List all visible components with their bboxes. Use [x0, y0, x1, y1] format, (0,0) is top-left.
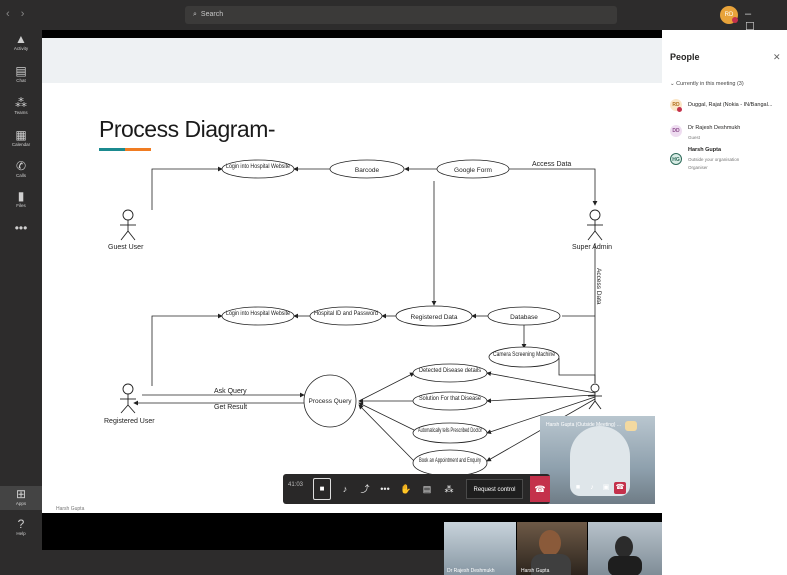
edge-label: Ask Query [214, 388, 247, 395]
actor-registered-user [120, 383, 136, 414]
rail-item-chat[interactable]: ▤ Chat [0, 65, 42, 83]
more-icon: ••• [380, 484, 390, 494]
oval-label: Google Form [454, 167, 492, 174]
oval-label: Database [510, 314, 538, 321]
participant-role: Outside your organisation [688, 157, 740, 162]
people-icon: ⁂ [444, 484, 454, 494]
camera-icon[interactable]: ■ [572, 482, 584, 494]
status-badge [677, 107, 682, 112]
mic-icon: ♪ [342, 484, 348, 494]
people-title: People [670, 52, 700, 62]
hangup-icon: ☎ [534, 484, 546, 494]
actor-label: Registered User [104, 418, 155, 425]
participant-name[interactable]: Dr Rajesh Deshmukh [688, 125, 740, 131]
edge-label: Get Result [214, 404, 247, 411]
participant-role: Organiser [688, 165, 708, 170]
oval-label: Solution For that Disease [419, 395, 481, 402]
hangup-button[interactable]: ☎ [530, 476, 550, 502]
actor-admin-right [588, 383, 602, 410]
close-icon[interactable]: ✕ [773, 52, 781, 63]
oval-label: Book an Appointment and Enquiry [419, 457, 481, 464]
rail-item-more[interactable]: ••• [0, 222, 42, 234]
calls-icon: ✆ [15, 159, 27, 173]
rail-item-calendar[interactable]: ▦ Calendar [0, 129, 42, 147]
participants-button[interactable]: ⁂ [440, 480, 458, 498]
avatar: HG [670, 153, 682, 165]
rail-item-teams[interactable]: ⁂ Teams [0, 97, 42, 115]
actor-guest-user [120, 209, 136, 241]
teams-icon: ⁂ [15, 96, 27, 110]
search-placeholder: Search [200, 11, 224, 18]
actor-super-admin [587, 209, 603, 241]
slide-header-band [42, 38, 662, 83]
mic-toggle-button[interactable]: ♪ [336, 480, 354, 498]
more-actions-button[interactable]: ••• [376, 480, 394, 498]
participant-thumbnail-label: Dr Rajesh Deshmukh [447, 568, 495, 574]
search-icon: ⌕ [193, 11, 197, 18]
meeting-timer: 41:03 [288, 482, 304, 488]
oval-label: Detected Disease details [419, 367, 482, 374]
oval-label: Barcode [355, 167, 380, 174]
camera-toggle-button[interactable]: ■ [313, 478, 331, 500]
help-icon: ? [17, 517, 25, 531]
participant-role: Guest [688, 135, 701, 140]
back-forward-arrows[interactable]: ‹ › [6, 8, 28, 20]
rail-item-apps[interactable]: ⊞ Apps [0, 486, 42, 510]
files-icon: ▮ [17, 189, 25, 203]
actor-label: Super Admin [572, 244, 612, 251]
self-video-label: Harsh Gupta (Outside Meeting) ... [546, 422, 622, 428]
request-control-button[interactable]: Request control [466, 479, 523, 499]
search-input[interactable]: ⌕ Search [185, 6, 617, 24]
oval-label: Hospital ID and Password [314, 310, 378, 317]
share-icon[interactable]: ▣ [600, 482, 612, 494]
participant-thumbnail-label: Harsh Gupta [521, 568, 550, 574]
share-button[interactable]: ⤴ [356, 480, 374, 498]
rail-item-help[interactable]: ? Help [0, 518, 42, 536]
edge-label: Access Data [595, 268, 602, 305]
hangup-icon[interactable]: ☎ [614, 482, 626, 494]
calendar-icon: ▦ [15, 128, 27, 142]
share-icon: ⤴ [360, 484, 370, 494]
hand-icon: ✋ [400, 484, 412, 494]
avatar: DD [670, 125, 682, 137]
participant-name[interactable]: Harsh Gupta [688, 147, 721, 153]
participant-thumbnail[interactable] [588, 522, 662, 575]
edge-label: Access Data [532, 161, 571, 168]
oval-label: Automatically tells Prescribed Doctor [418, 427, 482, 434]
actor-label: Guest User [108, 244, 144, 251]
oval-label: Login into Hospital Website [226, 163, 290, 170]
participant-name[interactable]: Duggal, Rajat (Nokia - IN/Bangal... [688, 102, 772, 108]
mic-icon[interactable]: ♪ [586, 482, 598, 494]
rail-item-calls[interactable]: ✆ Calls [0, 160, 42, 178]
oval-label: Camera Screening Machine [493, 351, 555, 358]
rail-item-files[interactable]: ▮ Files [0, 190, 42, 208]
chat-icon: ▤ [15, 64, 27, 78]
meeting-section-header[interactable]: ⌄ Currently in this meeting (3) [670, 81, 744, 87]
presenter-name: Harsh Gupta [56, 506, 85, 512]
bell-icon: ▲ [15, 32, 27, 46]
oval-label: Registered Data [411, 314, 458, 321]
status-badge [732, 17, 738, 23]
chat-icon: ▤ [422, 484, 432, 494]
oval-label: Process Query [309, 398, 353, 405]
raise-hand-button[interactable]: ✋ [397, 480, 415, 498]
more-icon: ••• [14, 221, 28, 235]
chat-button[interactable]: ▤ [418, 480, 436, 498]
apps-icon: ⊞ [15, 487, 27, 501]
people-panel [662, 30, 787, 575]
oval-label: Login into Hospital Website [226, 310, 290, 317]
rail-item-activity[interactable]: ▲ Activity [0, 33, 42, 51]
